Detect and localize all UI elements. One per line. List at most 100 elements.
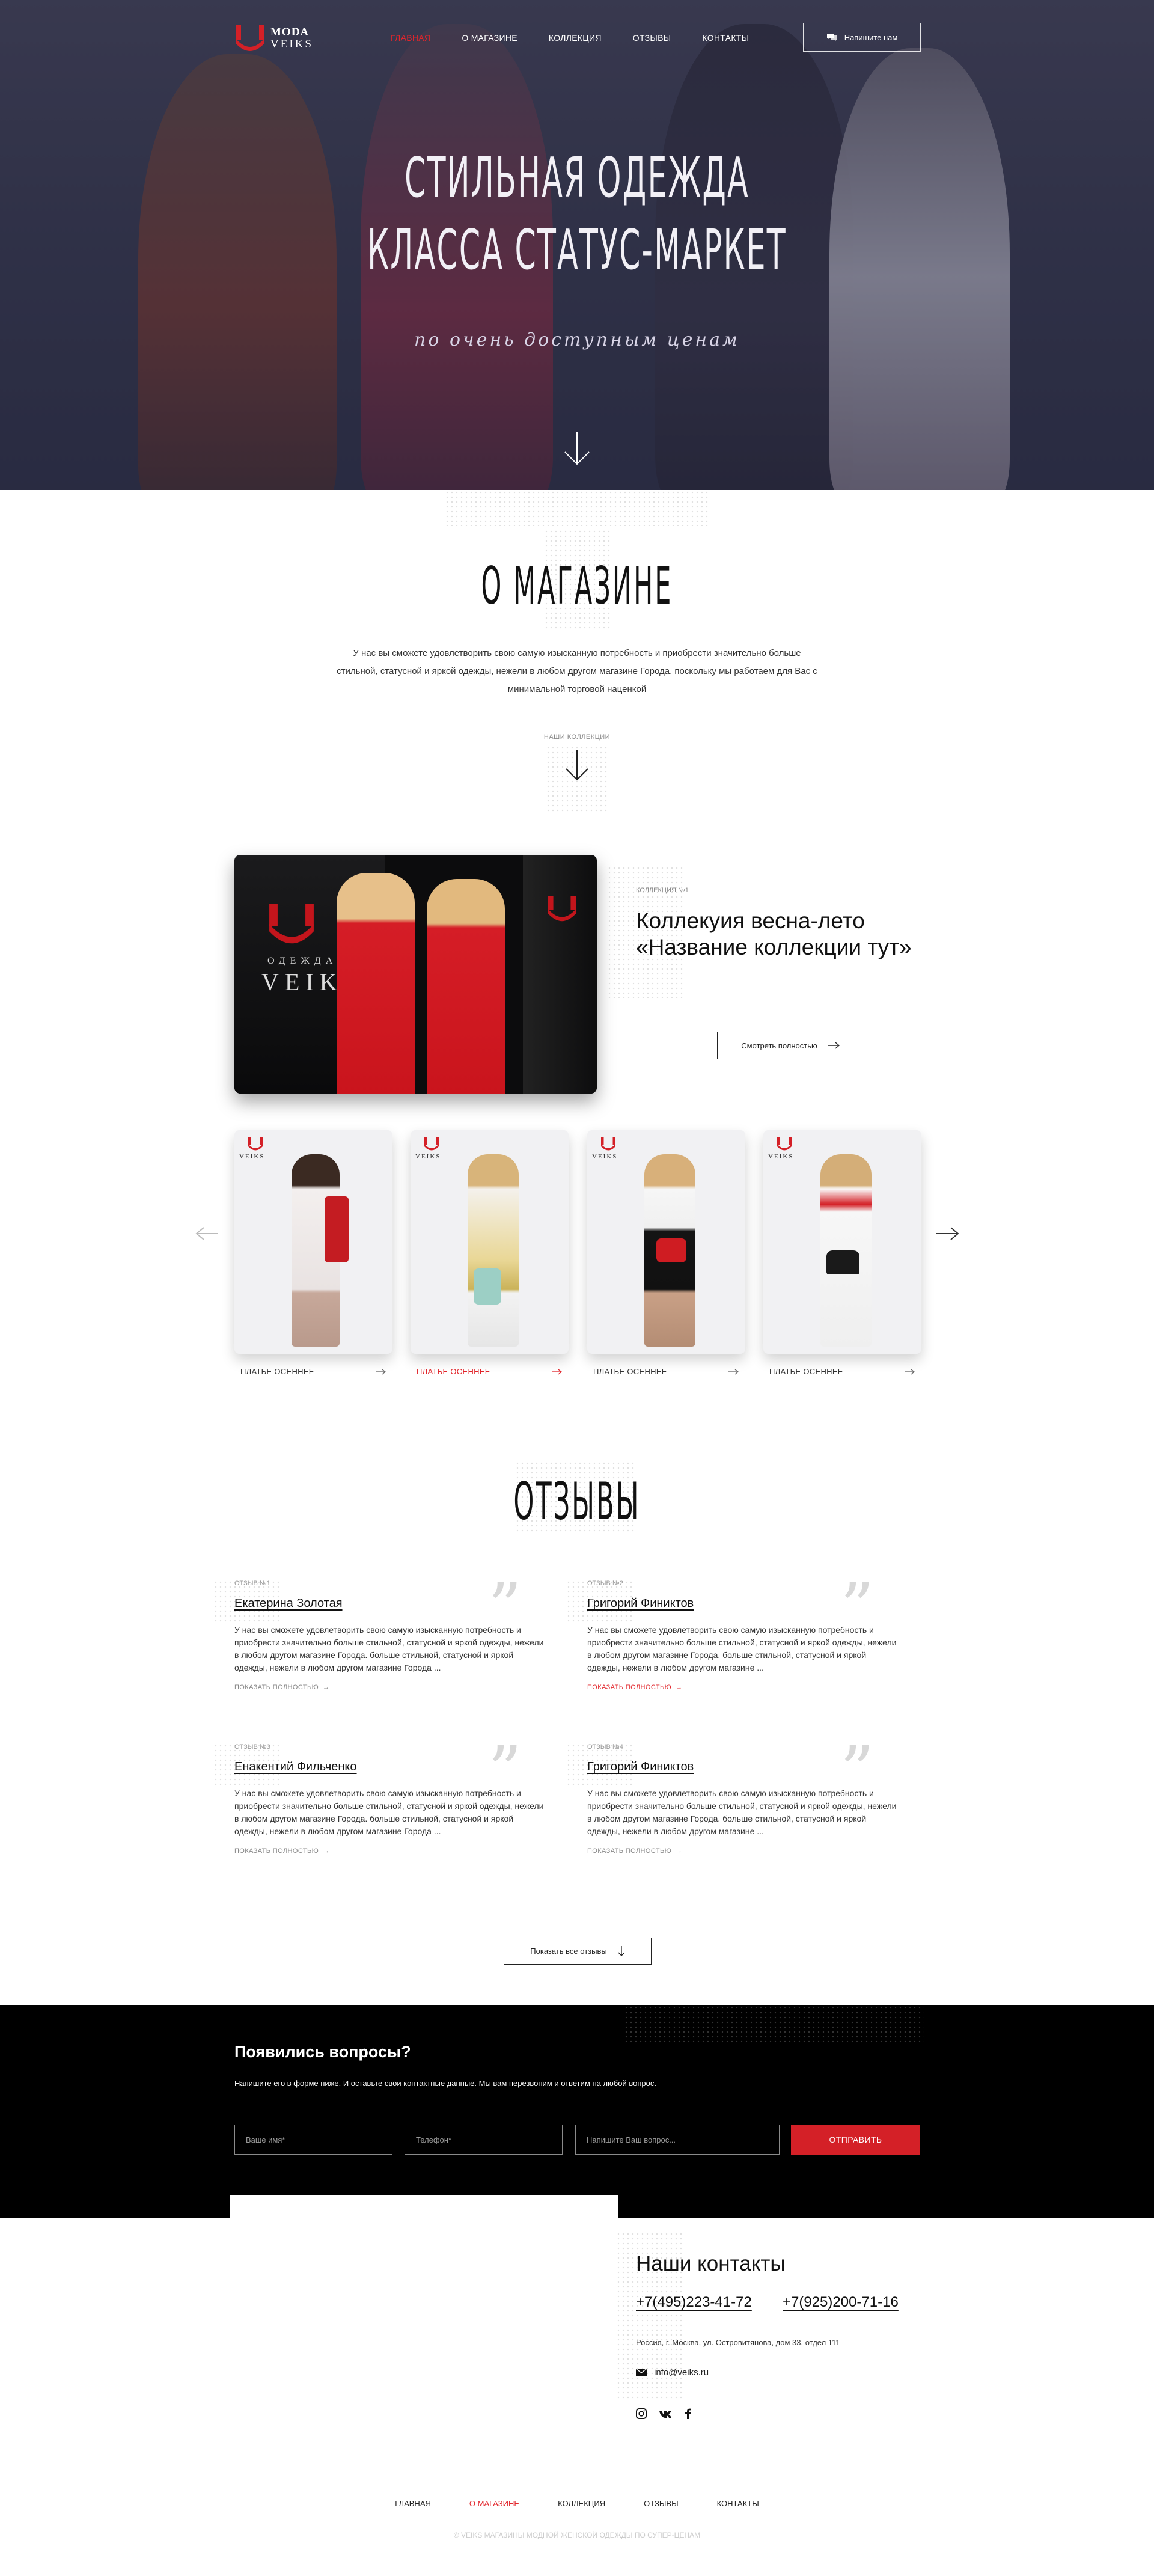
about-text: У нас вы сможете удовлетворить свою саму… [337, 648, 817, 694]
product-label: ПЛАТЬЕ ОСЕННЕЕ [417, 1367, 490, 1376]
phone-field[interactable]: Телефон* [405, 2125, 563, 2155]
collection-title-line2: «Название коллекции тут» [636, 935, 912, 959]
review-text: У нас вы сможете удовлетворить свою саму… [234, 1788, 544, 1836]
review-text: У нас вы сможете удовлетворить свою саму… [587, 1788, 897, 1836]
model-figure [468, 1154, 519, 1347]
review-more-label: ПОКАЗАТЬ ПОЛНОСТЬЮ [234, 1847, 319, 1855]
nav-home[interactable]: ГЛАВНАЯ [391, 33, 430, 43]
card-brand: VEIKS [415, 1153, 441, 1160]
contacts-title: Наши контакты [636, 2252, 786, 2275]
review-number: ОТЗЫВ №1 [234, 1580, 270, 1587]
about-title: О МАГАЗИНЕ [481, 556, 673, 616]
review-author[interactable]: Екатерина Золотая [234, 1597, 547, 1611]
top-nav: MODA VEIKS ГЛАВНАЯ О МАГАЗИНЕ КОЛЛЕКЦИЯ … [0, 0, 1154, 78]
collections-link[interactable]: НАШИ КОЛЛЕКЦИИ [0, 733, 1154, 741]
product-image: VEIKS [234, 1130, 392, 1354]
dots-decoration [624, 2005, 924, 2042]
dots-decoration [445, 490, 709, 526]
slider-next-icon[interactable] [935, 1226, 959, 1241]
review-more-link[interactable]: ПОКАЗАТЬ ПОЛНОСТЬЮ → [587, 1684, 900, 1691]
hero-section: MODA VEIKS ГЛАВНАЯ О МАГАЗИНЕ КОЛЛЕКЦИЯ … [0, 0, 1154, 490]
product-image: VEIKS [411, 1130, 569, 1354]
scroll-down-icon[interactable] [561, 430, 593, 467]
footer-nav-contacts[interactable]: КОНТАКТЫ [717, 2499, 759, 2508]
hero-title-line2: КЛАССА СТАТУС-МАРКЕТ [367, 218, 787, 282]
model-figure [427, 879, 505, 1094]
logo-line2: VEIKS [270, 38, 313, 50]
review-item: ОТЗЫВ №4 Григорий Финиктов У нас вы смож… [587, 1743, 900, 1855]
name-field[interactable]: Ваше имя* [234, 2125, 392, 2155]
product-image: VEIKS [763, 1130, 921, 1354]
review-text: У нас вы сможете удовлетворить свою саму… [587, 1625, 897, 1672]
collection-photo[interactable]: ОДЕЖДА VEIKS [234, 855, 597, 1094]
logo[interactable]: MODA VEIKS [234, 23, 337, 54]
reviews-title: ОТЗЫВЫ [513, 1472, 641, 1532]
review-more-link[interactable]: ПОКАЗАТЬ ПОЛНОСТЬЮ → [234, 1684, 547, 1691]
hero-subtitle: по очень доступным ценам [414, 329, 740, 350]
product-card[interactable]: VEIKS ПЛАТЬЕ ОСЕННЕЕ [763, 1130, 921, 1376]
write-us-button[interactable]: Напишите нам [803, 23, 921, 52]
brand-mark-icon [269, 904, 314, 944]
model-accent [325, 1196, 349, 1262]
arrow-down-icon[interactable] [564, 748, 590, 785]
arrow-right-icon [905, 1368, 915, 1375]
review-number: ОТЗЫВ №2 [587, 1580, 623, 1587]
question-form-section [0, 2005, 1154, 2218]
photo-curtain [523, 855, 597, 1094]
product-caption: ПЛАТЬЕ ОСЕННЕЕ [234, 1367, 392, 1376]
nav-reviews[interactable]: ОТЗЫВЫ [633, 33, 671, 43]
product-card[interactable]: VEIKS ПЛАТЬЕ ОСЕННЕЕ [411, 1130, 569, 1376]
product-caption: ПЛАТЬЕ ОСЕННЕЕ [411, 1367, 569, 1376]
logo-text: MODA VEIKS [270, 26, 313, 50]
product-card[interactable]: VEIKS ПЛАТЬЕ ОСЕННЕЕ [587, 1130, 745, 1376]
card-brand: VEIKS [239, 1153, 265, 1160]
social-links [636, 2408, 691, 2419]
card-brand: VEIKS [768, 1153, 794, 1160]
question-field[interactable]: Напишите Ваш вопрос... [575, 2125, 780, 2155]
footer-nav-collection[interactable]: КОЛЛЕКЦИЯ [558, 2499, 605, 2508]
hero-title-line1: СТИЛЬНАЯ ОДЕЖДА [405, 145, 749, 210]
all-reviews-label: Показать все отзывы [530, 1947, 607, 1956]
phone-link-1[interactable]: +7(495)223-41-72 [636, 2294, 752, 2311]
submit-button[interactable]: ОТПРАВИТЬ [791, 2125, 920, 2155]
review-more-link[interactable]: ПОКАЗАТЬ ПОЛНОСТЬЮ → [234, 1847, 547, 1855]
product-caption: ПЛАТЬЕ ОСЕННЕЕ [763, 1367, 921, 1376]
review-author[interactable]: Григорий Финиктов [587, 1760, 900, 1774]
arrow-down-icon [618, 1945, 625, 1956]
address: Россия, г. Москва, ул. Островитянова, до… [636, 2338, 840, 2347]
email-row[interactable]: info@veiks.ru [636, 2367, 709, 2378]
footer-nav-about[interactable]: О МАГАЗИНЕ [469, 2499, 519, 2508]
all-reviews-button[interactable]: Показать все отзывы [504, 1938, 652, 1965]
model-accent [656, 1238, 686, 1262]
model-figure [337, 873, 415, 1094]
instagram-icon[interactable] [636, 2408, 647, 2419]
collection-title: Коллекуия весна-лето «Название коллекции… [636, 908, 912, 961]
phone-link-2[interactable]: +7(925)200-71-16 [783, 2294, 899, 2311]
nav-about[interactable]: О МАГАЗИНЕ [462, 33, 517, 43]
review-author[interactable]: Григорий Финиктов [587, 1597, 900, 1611]
product-label: ПЛАТЬЕ ОСЕННЕЕ [240, 1367, 314, 1376]
collection-title-line1: Коллекуия весна-лето [636, 908, 865, 933]
review-more-link[interactable]: ПОКАЗАТЬ ПОЛНОСТЬЮ → [587, 1847, 900, 1855]
vk-icon[interactable] [659, 2409, 672, 2418]
nav-contacts[interactable]: КОНТАКТЫ [702, 33, 749, 43]
brand-mark-icon [548, 896, 576, 922]
review-more-label: ПОКАЗАТЬ ПОЛНОСТЬЮ [587, 1847, 672, 1855]
footer-nav-home[interactable]: ГЛАВНАЯ [395, 2499, 431, 2508]
slider-prev-icon[interactable] [195, 1226, 219, 1241]
question-field-placeholder: Напишите Ваш вопрос... [587, 2135, 676, 2144]
collection-number: КОЛЛЕКЦИЯ №1 [636, 887, 689, 894]
review-item: ОТЗЫВ №3 Енакентий Фильченко У нас вы см… [234, 1743, 547, 1855]
review-number: ОТЗЫВ №4 [587, 1743, 623, 1751]
nav-collection[interactable]: КОЛЛЕКЦИЯ [549, 33, 602, 43]
review-more-label: ПОКАЗАТЬ ПОЛНОСТЬЮ [234, 1684, 319, 1691]
review-author[interactable]: Енакентий Фильченко [234, 1760, 547, 1774]
product-card[interactable]: VEIKS ПЛАТЬЕ ОСЕННЕЕ [234, 1130, 392, 1376]
arrow-right-icon [728, 1368, 739, 1375]
footer-nav-reviews[interactable]: ОТЗЫВЫ [644, 2499, 678, 2508]
view-collection-button[interactable]: Смотреть полностью [717, 1032, 864, 1059]
name-field-placeholder: Ваше имя* [246, 2135, 285, 2144]
product-image: VEIKS [587, 1130, 745, 1354]
product-label: ПЛАТЬЕ ОСЕННЕЕ [769, 1367, 843, 1376]
facebook-icon[interactable] [684, 2408, 691, 2419]
